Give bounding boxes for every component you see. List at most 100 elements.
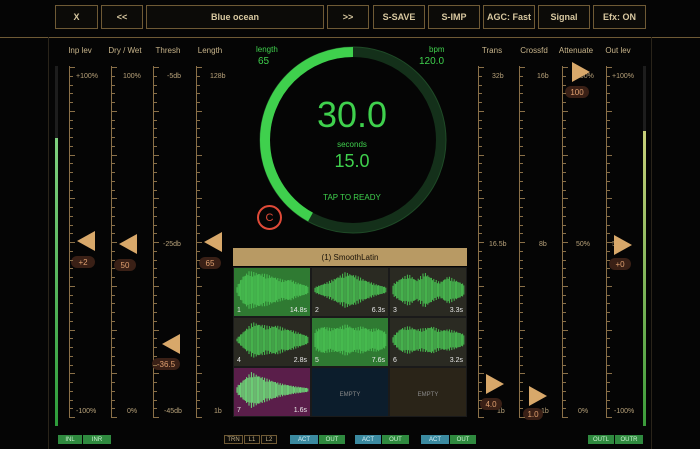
trn-badge[interactable]: TRN [224, 435, 243, 444]
loop-cell[interactable]: 3 3.3s [389, 267, 467, 317]
scale-tick [69, 390, 73, 392]
scale-tick [478, 382, 482, 383]
input-right-badge[interactable]: INR [83, 435, 111, 444]
empty-loop-cell[interactable]: EMPTY [389, 367, 467, 417]
scale-tick [111, 382, 115, 383]
length-handle[interactable] [204, 232, 222, 252]
scale-tick [606, 110, 612, 112]
scale-tick [111, 259, 115, 261]
scale-tick [478, 84, 482, 86]
scale-tick [606, 102, 610, 103]
scale-tick [196, 277, 200, 278]
scale-tick [478, 320, 482, 322]
l1-badge[interactable]: L1 [244, 435, 260, 444]
act-badge-1[interactable]: ACT [290, 435, 318, 444]
preset-title[interactable]: Blue ocean [146, 5, 324, 29]
inp-lev-handle[interactable] [77, 231, 95, 251]
s-save-button[interactable]: S-SAVE [373, 5, 425, 29]
close-button[interactable]: X [55, 5, 98, 29]
out-badge-3[interactable]: OUT [450, 435, 476, 444]
crossfd-handle[interactable] [529, 386, 547, 406]
scale-tick [69, 163, 73, 165]
scale-tick [562, 110, 568, 112]
loop-cell[interactable]: 5 7.6s [311, 317, 389, 367]
pattern-title[interactable]: (1) SmoothLatin [233, 248, 467, 266]
loop-cell[interactable]: 6 3.2s [389, 317, 467, 367]
scale-tick [478, 75, 482, 77]
scale-tick [606, 119, 610, 121]
loop-cell[interactable]: 1 14.8s [233, 267, 311, 317]
scale-tick [196, 84, 200, 86]
output-right-badge[interactable]: OUTR [615, 435, 643, 444]
empty-loop-cell[interactable]: EMPTY [311, 367, 389, 417]
scale-tick [562, 172, 566, 173]
scale-tick [153, 294, 157, 296]
scale-tick [196, 320, 200, 322]
scale-tick [111, 163, 115, 165]
scale-tick [562, 180, 566, 182]
clear-button[interactable]: C [257, 205, 282, 230]
act-badge-2[interactable]: ACT [355, 435, 381, 444]
scale-tick [153, 189, 157, 191]
scale-tick [196, 373, 202, 375]
scale-tick [562, 93, 566, 95]
act-badge-3[interactable]: ACT [421, 435, 449, 444]
efx-button[interactable]: Efx: ON [593, 5, 646, 29]
trans-handle[interactable] [486, 374, 504, 394]
next-button[interactable]: >> [327, 5, 369, 29]
previous-button[interactable]: << [101, 5, 143, 29]
scale-tick [69, 145, 73, 147]
tap-to-ready[interactable]: TAP TO READY [300, 193, 404, 202]
scale-tick [196, 233, 200, 235]
scale-tick [111, 303, 115, 305]
scale-tick [196, 215, 200, 217]
scale-tick [606, 408, 610, 410]
scale-tick [562, 137, 566, 138]
loop-cell[interactable]: 7 1.6s [233, 367, 311, 417]
out-badge-2[interactable]: OUT [382, 435, 409, 444]
output-left-badge[interactable]: OUTL [588, 435, 614, 444]
thresh-handle[interactable] [162, 334, 180, 354]
left-divider [48, 37, 49, 449]
scale-tick [606, 355, 610, 357]
scale-tick [562, 242, 568, 243]
length-bottom-label: 1b [214, 408, 222, 415]
scale-tick [153, 312, 157, 313]
scale-tick [478, 408, 482, 410]
trans-mid-label: 16.5b [489, 241, 507, 248]
scale-tick [478, 207, 482, 208]
scale-tick [69, 137, 73, 138]
s-imp-button[interactable]: S-IMP [428, 5, 480, 29]
scale-tick [562, 338, 566, 340]
loop-number: 2 [315, 307, 319, 314]
dry-wet-handle[interactable] [119, 234, 137, 254]
scale-tick [111, 198, 117, 200]
scale-tick [519, 382, 523, 383]
top-toolbar: X << Blue ocean >> S-SAVE S-IMP AGC: Fas… [0, 0, 700, 38]
attenuate-handle[interactable] [572, 62, 590, 82]
out-badge-1[interactable]: OUT [319, 435, 345, 444]
scale-tick [196, 312, 200, 313]
scale-tick [478, 198, 484, 200]
scale-tick [478, 338, 482, 340]
signal-button[interactable]: Signal [538, 5, 590, 29]
input-left-badge[interactable]: INL [58, 435, 82, 444]
dial-sub-value: 15.0 [334, 151, 370, 171]
scale-tick [519, 198, 525, 200]
scale-tick [153, 303, 157, 305]
scale-tick [562, 102, 566, 103]
scale-tick [478, 364, 482, 366]
scale-tick [111, 329, 117, 331]
loop-cell[interactable]: 4 2.8s [233, 317, 311, 367]
scale-tick [153, 84, 157, 86]
scale-tick [196, 137, 200, 138]
scale-tick [519, 285, 525, 287]
out-lev-value: +0 [609, 258, 631, 270]
scale-tick [196, 250, 200, 252]
out-lev-handle[interactable] [614, 235, 632, 255]
scale-tick [519, 75, 523, 77]
agc-button[interactable]: AGC: Fast [483, 5, 535, 29]
l2-badge[interactable]: L2 [261, 435, 277, 444]
scale-tick [606, 93, 610, 95]
loop-cell[interactable]: 2 6.3s [311, 267, 389, 317]
